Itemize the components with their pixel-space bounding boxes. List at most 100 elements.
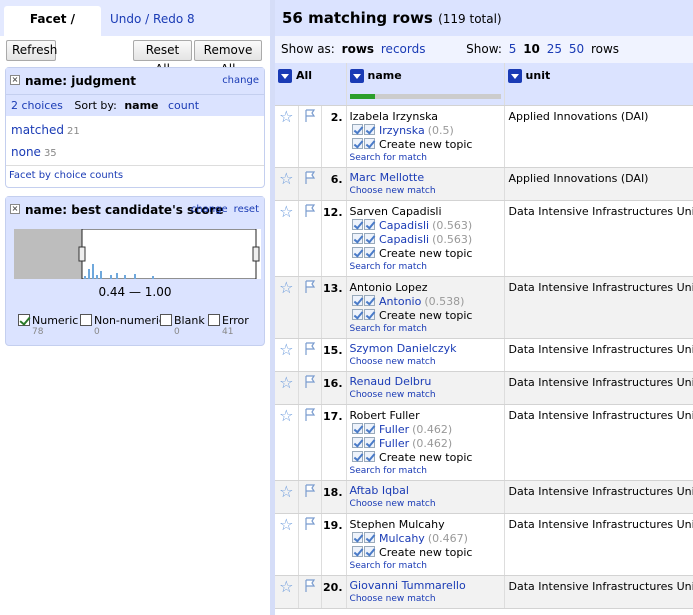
match-all-check-icon[interactable] — [363, 294, 375, 306]
match-check-icon[interactable] — [351, 232, 363, 244]
create-new-topic-label[interactable]: Create new topic — [379, 309, 472, 322]
candidate-link[interactable]: Irzynska — [379, 124, 425, 137]
candidate-link[interactable]: Fuller — [379, 437, 409, 450]
flag-icon[interactable] — [299, 339, 321, 359]
chevron-down-icon[interactable] — [507, 69, 522, 83]
chevron-down-icon[interactable] — [278, 69, 292, 83]
error-filter[interactable]: Error 41 — [208, 314, 249, 338]
flag-icon[interactable] — [299, 405, 321, 425]
column-unit[interactable]: unit — [504, 63, 693, 106]
search-for-match-link[interactable]: Search for match — [350, 152, 501, 165]
choices-count-link[interactable]: 2 choices — [11, 99, 63, 112]
flag-icon[interactable] — [299, 168, 321, 188]
close-icon[interactable]: × — [10, 75, 20, 85]
page-size-10[interactable]: 10 — [523, 42, 540, 56]
match-all-check-icon[interactable] — [363, 545, 375, 557]
create-new-topic-label[interactable]: Create new topic — [379, 247, 472, 260]
match-all-check-icon[interactable] — [363, 246, 375, 258]
match-all-check-icon[interactable] — [363, 137, 375, 149]
facet-choice-none[interactable]: none 35 — [11, 142, 259, 164]
facet-change-link[interactable]: change — [191, 204, 228, 215]
facet-change-link[interactable]: change — [222, 75, 259, 86]
match-check-icon[interactable] — [351, 450, 363, 462]
matched-topic-link[interactable]: Aftab Iqbal — [350, 484, 501, 498]
search-for-match-link[interactable]: Search for match — [350, 465, 501, 478]
reset-all-button[interactable]: Reset All — [133, 40, 192, 76]
search-for-match-link[interactable]: Search for match — [350, 323, 501, 336]
candidate-link[interactable]: Capadisli — [379, 219, 429, 232]
match-all-check-icon[interactable] — [363, 450, 375, 462]
match-all-check-icon[interactable] — [363, 422, 375, 434]
chevron-down-icon[interactable] — [349, 69, 364, 83]
candidate-link[interactable]: Capadisli — [379, 233, 429, 246]
match-check-icon[interactable] — [351, 422, 363, 434]
match-check-icon[interactable] — [351, 294, 363, 306]
match-all-check-icon[interactable] — [363, 232, 375, 244]
numeric-checkbox[interactable] — [18, 314, 30, 326]
flag-icon[interactable] — [299, 576, 321, 596]
star-icon[interactable]: ☆ — [275, 201, 298, 220]
match-check-icon[interactable] — [351, 531, 363, 543]
match-check-icon[interactable] — [351, 246, 363, 258]
flag-icon[interactable] — [299, 481, 321, 501]
candidate-link[interactable]: Fuller — [379, 423, 409, 436]
facet-choice-matched[interactable]: matched 21 — [11, 120, 259, 142]
match-check-icon[interactable] — [351, 137, 363, 149]
create-new-topic-label[interactable]: Create new topic — [379, 138, 472, 151]
column-all[interactable]: All — [275, 63, 347, 106]
choice-label[interactable]: matched — [11, 123, 64, 137]
match-all-check-icon[interactable] — [363, 436, 375, 448]
match-all-check-icon[interactable] — [363, 308, 375, 320]
blank-filter[interactable]: Blank 0 — [160, 314, 205, 338]
blank-checkbox[interactable] — [160, 314, 172, 326]
star-icon[interactable]: ☆ — [275, 514, 298, 533]
candidate-link[interactable]: Mulcahy — [379, 532, 425, 545]
star-icon[interactable]: ☆ — [275, 339, 298, 358]
match-check-icon[interactable] — [351, 436, 363, 448]
match-check-icon[interactable] — [351, 123, 363, 135]
match-check-icon[interactable] — [351, 545, 363, 557]
star-icon[interactable]: ☆ — [275, 168, 298, 187]
view-records-link[interactable]: records — [381, 42, 426, 56]
numeric-filter[interactable]: Numeric 78 — [18, 314, 78, 338]
tab-undo-redo[interactable]: Undo / Redo 8 — [102, 6, 203, 36]
flag-icon[interactable] — [299, 514, 321, 534]
star-icon[interactable]: ☆ — [275, 576, 298, 595]
flag-icon[interactable] — [299, 106, 321, 126]
flag-icon[interactable] — [299, 201, 321, 221]
choose-new-match-link[interactable]: Choose new match — [350, 389, 501, 402]
non-numeric-checkbox[interactable] — [80, 314, 92, 326]
flag-icon[interactable] — [299, 277, 321, 297]
star-icon[interactable]: ☆ — [275, 106, 298, 125]
match-all-check-icon[interactable] — [363, 218, 375, 230]
sort-name-option[interactable]: name — [124, 99, 158, 112]
refresh-button[interactable]: Refresh — [6, 40, 57, 61]
remove-all-button[interactable]: Remove All — [194, 40, 262, 76]
page-size-5[interactable]: 5 — [509, 42, 517, 56]
match-check-icon[interactable] — [351, 218, 363, 230]
star-icon[interactable]: ☆ — [275, 405, 298, 424]
match-check-icon[interactable] — [351, 308, 363, 320]
matched-topic-link[interactable]: Marc Mellotte — [350, 171, 501, 185]
page-size-25[interactable]: 25 — [547, 42, 562, 56]
match-all-check-icon[interactable] — [363, 531, 375, 543]
candidate-link[interactable]: Antonio — [379, 295, 421, 308]
search-for-match-link[interactable]: Search for match — [350, 261, 501, 274]
create-new-topic-label[interactable]: Create new topic — [379, 546, 472, 559]
matched-topic-link[interactable]: Renaud Delbru — [350, 375, 501, 389]
sort-count-link[interactable]: count — [168, 99, 199, 112]
view-rows-option[interactable]: rows — [342, 42, 374, 56]
choose-new-match-link[interactable]: Choose new match — [350, 593, 501, 606]
close-icon[interactable]: × — [10, 204, 20, 214]
choose-new-match-link[interactable]: Choose new match — [350, 185, 501, 198]
matched-topic-link[interactable]: Giovanni Tummarello — [350, 579, 501, 593]
choice-label[interactable]: none — [11, 145, 41, 159]
flag-icon[interactable] — [299, 372, 321, 392]
histogram-left-handle[interactable] — [78, 246, 86, 262]
choose-new-match-link[interactable]: Choose new match — [350, 356, 501, 369]
star-icon[interactable]: ☆ — [275, 481, 298, 500]
facet-reset-link[interactable]: reset — [234, 204, 259, 215]
score-histogram[interactable] — [14, 228, 261, 280]
matched-topic-link[interactable]: Szymon Danielczyk — [350, 342, 501, 356]
search-for-match-link[interactable]: Search for match — [350, 560, 501, 573]
